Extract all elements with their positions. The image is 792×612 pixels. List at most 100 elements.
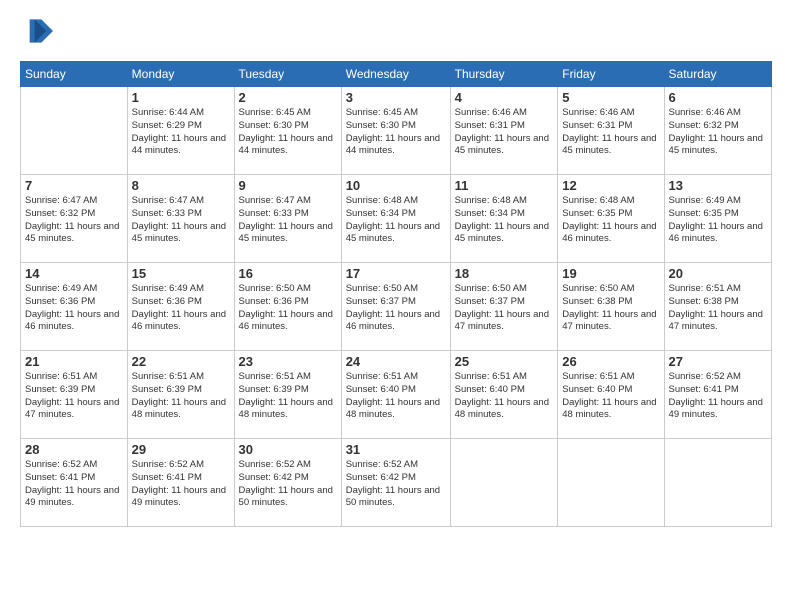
day-detail: Sunrise: 6:51 AM Sunset: 6:39 PM Dayligh… bbox=[132, 371, 230, 422]
calendar-cell: 6 Sunrise: 6:46 AM Sunset: 6:32 PM Daylig… bbox=[664, 87, 771, 175]
calendar-cell: 16Sunrise: 6:50 AM Sunset: 6:36 PM Dayli… bbox=[234, 263, 341, 351]
day-detail: Sunrise: 6:52 AM Sunset: 6:41 PM Dayligh… bbox=[132, 459, 230, 510]
day-number: 9 bbox=[239, 178, 337, 193]
calendar-cell bbox=[21, 87, 128, 175]
calendar-week-row: 28 Sunrise: 6:52 AM Sunset: 6:41 PM Dayli… bbox=[21, 439, 772, 527]
day-number: 10 bbox=[346, 178, 446, 193]
calendar-cell: 23 Sunrise: 6:51 AM Sunset: 6:39 PM Dayli… bbox=[234, 351, 341, 439]
calendar-cell: 8Sunrise: 6:47 AM Sunset: 6:33 PM Daylig… bbox=[127, 175, 234, 263]
calendar-week-row: 7 Sunrise: 6:47 AM Sunset: 6:32 PM Daylig… bbox=[21, 175, 772, 263]
day-detail: Sunrise: 6:51 AM Sunset: 6:40 PM Dayligh… bbox=[346, 371, 446, 422]
day-number: 6 bbox=[669, 90, 767, 105]
day-detail: Sunrise: 6:48 AM Sunset: 6:34 PM Dayligh… bbox=[346, 195, 446, 246]
calendar-weekday-saturday: Saturday bbox=[664, 62, 771, 87]
day-detail: Sunrise: 6:48 AM Sunset: 6:35 PM Dayligh… bbox=[562, 195, 659, 246]
day-detail: Sunrise: 6:47 AM Sunset: 6:33 PM Dayligh… bbox=[239, 195, 337, 246]
day-number: 20 bbox=[669, 266, 767, 281]
day-detail: Sunrise: 6:51 AM Sunset: 6:39 PM Dayligh… bbox=[25, 371, 123, 422]
calendar-cell: 25 Sunrise: 6:51 AM Sunset: 6:40 PM Dayli… bbox=[450, 351, 558, 439]
calendar-cell bbox=[450, 439, 558, 527]
day-detail: Sunrise: 6:50 AM Sunset: 6:37 PM Dayligh… bbox=[455, 283, 554, 334]
day-detail: Sunrise: 6:51 AM Sunset: 6:40 PM Dayligh… bbox=[562, 371, 659, 422]
day-number: 26 bbox=[562, 354, 659, 369]
page: SundayMondayTuesdayWednesdayThursdayFrid… bbox=[0, 0, 792, 612]
calendar-table: SundayMondayTuesdayWednesdayThursdayFrid… bbox=[20, 61, 772, 527]
day-number: 24 bbox=[346, 354, 446, 369]
day-number: 12 bbox=[562, 178, 659, 193]
day-number: 25 bbox=[455, 354, 554, 369]
calendar-cell: 27 Sunrise: 6:52 AM Sunset: 6:41 PM Dayli… bbox=[664, 351, 771, 439]
day-number: 16 bbox=[239, 266, 337, 281]
day-number: 29 bbox=[132, 442, 230, 457]
day-detail: Sunrise: 6:49 AM Sunset: 6:35 PM Dayligh… bbox=[669, 195, 767, 246]
header bbox=[20, 16, 772, 51]
calendar-cell: 4 Sunrise: 6:46 AM Sunset: 6:31 PM Daylig… bbox=[450, 87, 558, 175]
day-detail: Sunrise: 6:46 AM Sunset: 6:32 PM Dayligh… bbox=[669, 107, 767, 158]
calendar-cell bbox=[558, 439, 664, 527]
day-detail: Sunrise: 6:51 AM Sunset: 6:40 PM Dayligh… bbox=[455, 371, 554, 422]
calendar-cell: 10 Sunrise: 6:48 AM Sunset: 6:34 PM Dayli… bbox=[341, 175, 450, 263]
day-detail: Sunrise: 6:45 AM Sunset: 6:30 PM Dayligh… bbox=[239, 107, 337, 158]
day-number: 23 bbox=[239, 354, 337, 369]
calendar-cell: 2 Sunrise: 6:45 AM Sunset: 6:30 PM Daylig… bbox=[234, 87, 341, 175]
day-number: 11 bbox=[455, 178, 554, 193]
calendar-cell: 14Sunrise: 6:49 AM Sunset: 6:36 PM Dayli… bbox=[21, 263, 128, 351]
calendar-cell: 13 Sunrise: 6:49 AM Sunset: 6:35 PM Dayli… bbox=[664, 175, 771, 263]
day-number: 3 bbox=[346, 90, 446, 105]
calendar-weekday-tuesday: Tuesday bbox=[234, 62, 341, 87]
calendar-cell: 20 Sunrise: 6:51 AM Sunset: 6:38 PM Dayli… bbox=[664, 263, 771, 351]
day-detail: Sunrise: 6:47 AM Sunset: 6:33 PM Dayligh… bbox=[132, 195, 230, 246]
calendar-cell: 18 Sunrise: 6:50 AM Sunset: 6:37 PM Dayli… bbox=[450, 263, 558, 351]
day-detail: Sunrise: 6:51 AM Sunset: 6:38 PM Dayligh… bbox=[669, 283, 767, 334]
calendar-cell: 28 Sunrise: 6:52 AM Sunset: 6:41 PM Dayli… bbox=[21, 439, 128, 527]
day-detail: Sunrise: 6:52 AM Sunset: 6:42 PM Dayligh… bbox=[239, 459, 337, 510]
calendar-cell: 3Sunrise: 6:45 AM Sunset: 6:30 PM Daylig… bbox=[341, 87, 450, 175]
day-number: 5 bbox=[562, 90, 659, 105]
calendar-cell: 15Sunrise: 6:49 AM Sunset: 6:36 PM Dayli… bbox=[127, 263, 234, 351]
day-detail: Sunrise: 6:48 AM Sunset: 6:34 PM Dayligh… bbox=[455, 195, 554, 246]
calendar-weekday-sunday: Sunday bbox=[21, 62, 128, 87]
day-number: 4 bbox=[455, 90, 554, 105]
calendar-weekday-monday: Monday bbox=[127, 62, 234, 87]
day-number: 28 bbox=[25, 442, 123, 457]
day-number: 31 bbox=[346, 442, 446, 457]
calendar-week-row: 21 Sunrise: 6:51 AM Sunset: 6:39 PM Dayli… bbox=[21, 351, 772, 439]
day-detail: Sunrise: 6:52 AM Sunset: 6:41 PM Dayligh… bbox=[669, 371, 767, 422]
calendar-cell: 17Sunrise: 6:50 AM Sunset: 6:37 PM Dayli… bbox=[341, 263, 450, 351]
day-number: 7 bbox=[25, 178, 123, 193]
calendar-cell: 22 Sunrise: 6:51 AM Sunset: 6:39 PM Dayli… bbox=[127, 351, 234, 439]
day-number: 21 bbox=[25, 354, 123, 369]
calendar-cell: 21 Sunrise: 6:51 AM Sunset: 6:39 PM Dayli… bbox=[21, 351, 128, 439]
day-detail: Sunrise: 6:52 AM Sunset: 6:41 PM Dayligh… bbox=[25, 459, 123, 510]
calendar-cell bbox=[664, 439, 771, 527]
calendar-week-row: 14Sunrise: 6:49 AM Sunset: 6:36 PM Dayli… bbox=[21, 263, 772, 351]
calendar-cell: 12 Sunrise: 6:48 AM Sunset: 6:35 PM Dayli… bbox=[558, 175, 664, 263]
calendar-cell: 24 Sunrise: 6:51 AM Sunset: 6:40 PM Dayli… bbox=[341, 351, 450, 439]
calendar-weekday-wednesday: Wednesday bbox=[341, 62, 450, 87]
day-number: 2 bbox=[239, 90, 337, 105]
calendar-cell: 26 Sunrise: 6:51 AM Sunset: 6:40 PM Dayli… bbox=[558, 351, 664, 439]
calendar-cell: 31Sunrise: 6:52 AM Sunset: 6:42 PM Dayli… bbox=[341, 439, 450, 527]
day-number: 27 bbox=[669, 354, 767, 369]
day-detail: Sunrise: 6:50 AM Sunset: 6:38 PM Dayligh… bbox=[562, 283, 659, 334]
calendar-weekday-thursday: Thursday bbox=[450, 62, 558, 87]
calendar-cell: 9 Sunrise: 6:47 AM Sunset: 6:33 PM Daylig… bbox=[234, 175, 341, 263]
calendar-week-row: 1Sunrise: 6:44 AM Sunset: 6:29 PM Daylig… bbox=[21, 87, 772, 175]
day-detail: Sunrise: 6:44 AM Sunset: 6:29 PM Dayligh… bbox=[132, 107, 230, 158]
day-number: 13 bbox=[669, 178, 767, 193]
day-detail: Sunrise: 6:49 AM Sunset: 6:36 PM Dayligh… bbox=[25, 283, 123, 334]
day-number: 18 bbox=[455, 266, 554, 281]
calendar-cell: 30 Sunrise: 6:52 AM Sunset: 6:42 PM Dayli… bbox=[234, 439, 341, 527]
calendar-header-row: SundayMondayTuesdayWednesdayThursdayFrid… bbox=[21, 62, 772, 87]
calendar-cell: 29 Sunrise: 6:52 AM Sunset: 6:41 PM Dayli… bbox=[127, 439, 234, 527]
day-number: 22 bbox=[132, 354, 230, 369]
day-detail: Sunrise: 6:51 AM Sunset: 6:39 PM Dayligh… bbox=[239, 371, 337, 422]
day-detail: Sunrise: 6:46 AM Sunset: 6:31 PM Dayligh… bbox=[562, 107, 659, 158]
day-number: 30 bbox=[239, 442, 337, 457]
day-detail: Sunrise: 6:46 AM Sunset: 6:31 PM Dayligh… bbox=[455, 107, 554, 158]
day-number: 15 bbox=[132, 266, 230, 281]
calendar-cell: 11 Sunrise: 6:48 AM Sunset: 6:34 PM Dayli… bbox=[450, 175, 558, 263]
logo-icon bbox=[23, 16, 53, 46]
calendar-weekday-friday: Friday bbox=[558, 62, 664, 87]
day-detail: Sunrise: 6:47 AM Sunset: 6:32 PM Dayligh… bbox=[25, 195, 123, 246]
